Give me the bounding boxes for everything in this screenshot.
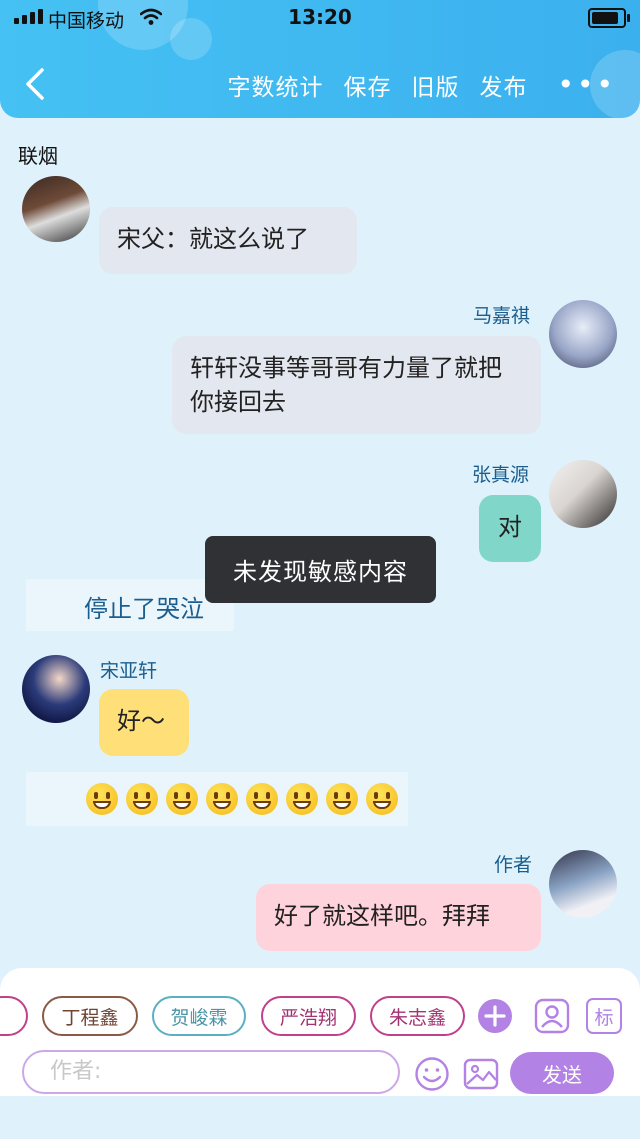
chip-partial[interactable] bbox=[0, 996, 28, 1036]
sender-name: 作者 bbox=[494, 854, 533, 876]
more-icon[interactable]: ••• bbox=[557, 71, 616, 99]
grinning-face-icon bbox=[206, 783, 238, 815]
grinning-face-icon bbox=[166, 783, 198, 815]
grinning-face-icon bbox=[246, 783, 278, 815]
nav-bar: 字数统计 保存 旧版 发布 ••• bbox=[0, 62, 640, 106]
tag-label: 标 bbox=[594, 1006, 614, 1029]
character-chip[interactable]: 严浩翔 bbox=[261, 996, 356, 1036]
message-bubble[interactable]: 宋父：就这么说了 bbox=[99, 207, 357, 274]
app-header: 中国移动 13:20 字数统计 保存 旧版 发布 ••• bbox=[0, 0, 640, 118]
image-icon[interactable] bbox=[463, 1056, 499, 1092]
grinning-face-icon bbox=[326, 783, 358, 815]
message-bubble[interactable]: 对 bbox=[479, 495, 541, 562]
message-bubble[interactable]: 轩轩没事等哥哥有力量了就把你接回去 bbox=[172, 336, 541, 434]
character-chip[interactable]: 丁程鑫 bbox=[42, 996, 138, 1036]
avatar[interactable] bbox=[549, 850, 617, 918]
avatar[interactable] bbox=[549, 460, 617, 528]
clock: 13:20 bbox=[288, 5, 352, 29]
sender-name: 马嘉祺 bbox=[473, 305, 531, 327]
grinning-face-icon bbox=[366, 783, 398, 815]
save-button[interactable]: 保存 bbox=[343, 68, 391, 102]
grinning-face-icon bbox=[86, 783, 118, 815]
chat-title: 联烟 bbox=[18, 144, 58, 168]
status-bar: 中国移动 13:20 bbox=[0, 0, 640, 36]
grinning-face-icon bbox=[126, 783, 158, 815]
avatar[interactable] bbox=[549, 300, 617, 368]
tag-icon[interactable]: 标 bbox=[586, 998, 622, 1034]
add-character-icon[interactable] bbox=[477, 998, 513, 1034]
message-bubble[interactable]: 好～ bbox=[99, 689, 189, 756]
character-chip[interactable]: 贺峻霖 bbox=[152, 996, 246, 1036]
narration-text: 停止了哭泣 bbox=[26, 579, 234, 631]
word-count-button[interactable]: 字数统计 bbox=[227, 68, 323, 102]
old-version-button[interactable]: 旧版 bbox=[411, 68, 459, 102]
character-chip[interactable]: 朱志鑫 bbox=[370, 996, 465, 1036]
back-arrow-icon[interactable] bbox=[20, 64, 56, 104]
avatar[interactable] bbox=[22, 176, 90, 242]
composer-panel: 丁程鑫 贺峻霖 严浩翔 朱志鑫 标 作者: 发送 bbox=[0, 968, 640, 1096]
avatar[interactable] bbox=[22, 655, 90, 723]
send-button[interactable]: 发送 bbox=[510, 1052, 614, 1094]
grinning-face-icon bbox=[286, 783, 318, 815]
sender-name: 张真源 bbox=[472, 464, 530, 486]
narration-label: 停止了哭泣 bbox=[84, 595, 204, 623]
message-input[interactable]: 作者: bbox=[22, 1050, 400, 1094]
bottom-spacer bbox=[0, 1096, 640, 1139]
battery-icon bbox=[588, 8, 630, 28]
message-bubble[interactable]: 好了就这样吧。拜拜 bbox=[256, 884, 541, 951]
character-profile-icon[interactable] bbox=[534, 998, 570, 1034]
emoji-icon[interactable] bbox=[414, 1056, 450, 1092]
sender-name: 宋亚轩 bbox=[100, 660, 158, 682]
publish-button[interactable]: 发布 bbox=[479, 68, 527, 102]
toast-notification: 未发现敏感内容 bbox=[205, 536, 436, 603]
emoji-message bbox=[26, 772, 408, 826]
